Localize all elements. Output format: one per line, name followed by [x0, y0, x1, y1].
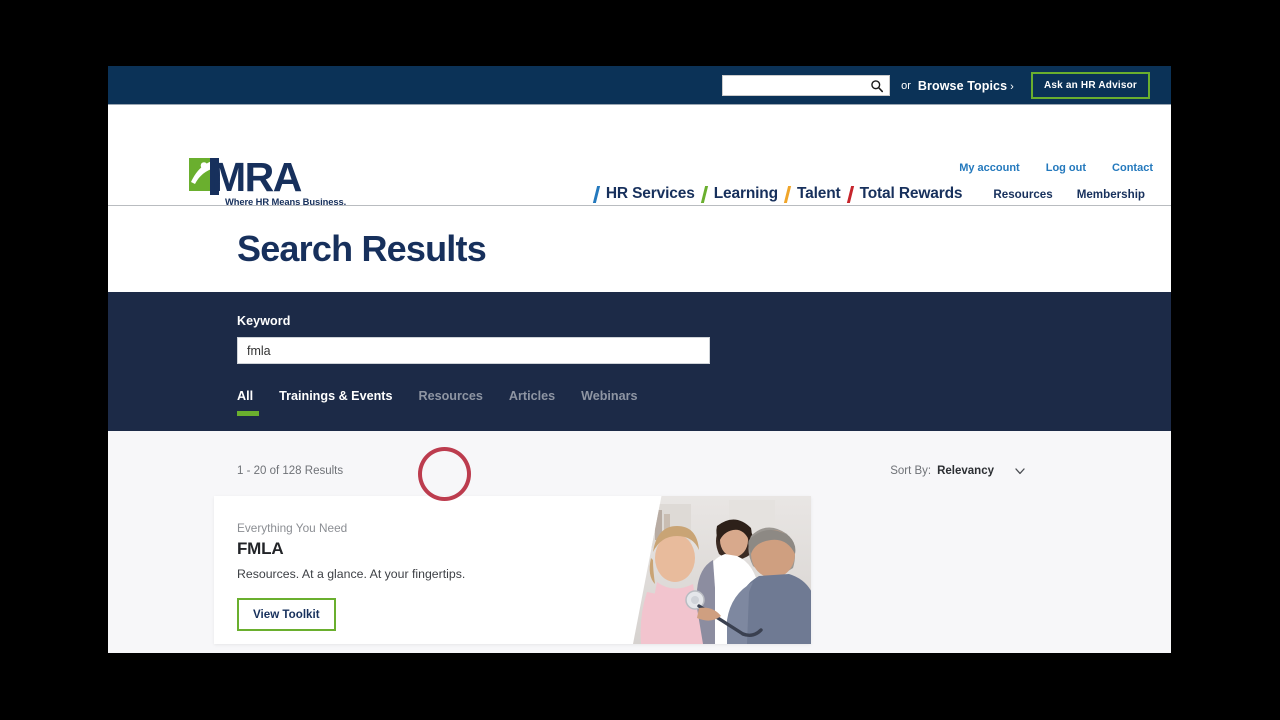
nav-item-talent[interactable]: Talent	[790, 185, 848, 203]
header-utility-links: My account Log out Contact	[959, 162, 1153, 174]
tab-articles[interactable]: Articles	[496, 389, 568, 416]
nav-item-resources[interactable]: Resources	[981, 188, 1064, 201]
results-meta-row: 1 - 20 of 128 Results Sort By: Relevancy	[108, 465, 1171, 477]
result-filter-tabs: All Trainings & Events Resources Article…	[237, 389, 1171, 416]
browse-topics-link[interactable]: Browse Topics ›	[918, 79, 1014, 93]
log-out-link[interactable]: Log out	[1046, 162, 1086, 174]
page-title: Search Results	[237, 228, 487, 269]
browse-topics-label: Browse Topics	[917, 78, 1008, 93]
result-count-text: 1 - 20 of 128 Results	[237, 465, 344, 477]
mra-logo[interactable]: MRA Where HR Means Business.	[189, 154, 346, 207]
site-header: MRA Where HR Means Business. My account …	[108, 105, 1171, 207]
sort-by-value: Relevancy	[937, 465, 994, 477]
global-search-input[interactable]	[723, 76, 890, 95]
primary-navigation: HR Services Learning Talent Total Reward…	[592, 185, 1157, 203]
chevron-down-icon[interactable]	[1014, 465, 1026, 477]
page-title-band: Search Results	[108, 206, 1171, 292]
my-account-link[interactable]: My account	[959, 162, 1020, 174]
nav-item-membership[interactable]: Membership	[1065, 188, 1157, 201]
or-label: or	[901, 79, 911, 92]
nav-item-hr-services[interactable]: HR Services	[599, 185, 702, 203]
search-results-section: 1 - 20 of 128 Results Sort By: Relevancy…	[108, 431, 1171, 653]
mra-wordmark: MRA	[212, 154, 302, 201]
keyword-label: Keyword	[237, 314, 291, 328]
tab-trainings-and-events[interactable]: Trainings & Events	[266, 389, 405, 416]
search-icon[interactable]	[870, 79, 884, 93]
sort-by-label: Sort By:	[890, 465, 932, 477]
result-card-image	[633, 496, 811, 644]
tab-resources[interactable]: Resources	[405, 389, 495, 416]
result-card[interactable]: Everything You Need FMLA Resources. At a…	[214, 496, 811, 644]
keyword-input[interactable]	[237, 337, 710, 364]
browser-viewport: or Browse Topics › Ask an HR Advisor MRA …	[108, 66, 1171, 653]
result-card-description: Resources. At a glance. At your fingerti…	[237, 567, 466, 581]
sort-by-dropdown[interactable]: Sort By: Relevancy	[890, 465, 1026, 477]
result-card-title: FMLA	[237, 539, 284, 558]
ask-an-hr-advisor-button[interactable]: Ask an HR Advisor	[1030, 72, 1150, 99]
view-toolkit-button[interactable]: View Toolkit	[237, 598, 336, 631]
contact-link[interactable]: Contact	[1112, 162, 1153, 174]
chevron-right-icon: ›	[1010, 80, 1014, 93]
search-filter-panel: Keyword All Trainings & Events Resources…	[108, 292, 1171, 431]
nav-item-learning[interactable]: Learning	[707, 185, 785, 203]
tab-all[interactable]: All	[237, 389, 266, 416]
global-search-box[interactable]	[722, 75, 891, 96]
nav-item-total-rewards[interactable]: Total Rewards	[853, 185, 970, 203]
doctor-examining-child-photo	[633, 496, 811, 644]
result-card-body: Everything You Need FMLA Resources. At a…	[214, 496, 614, 631]
utility-top-bar: or Browse Topics › Ask an HR Advisor	[108, 66, 1171, 105]
tab-webinars[interactable]: Webinars	[568, 389, 650, 416]
result-card-eyebrow: Everything You Need	[237, 521, 348, 535]
